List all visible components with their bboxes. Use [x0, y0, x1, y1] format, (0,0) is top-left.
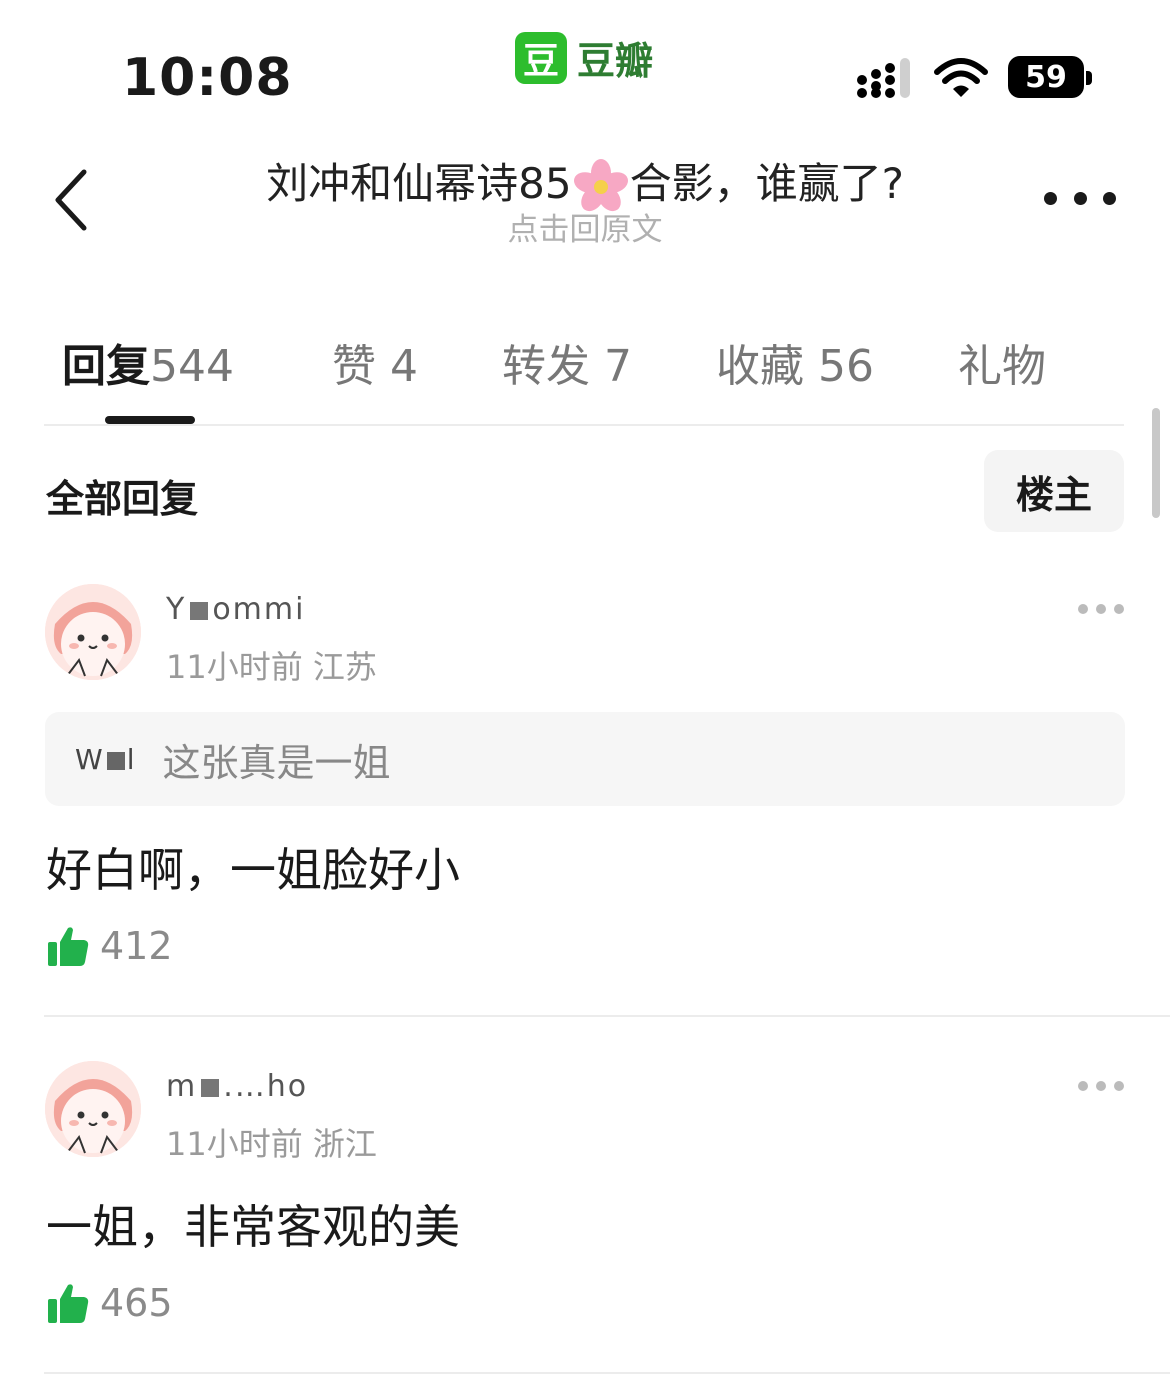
redaction-mask: [190, 601, 209, 620]
more-dot-icon: [1114, 1081, 1124, 1091]
comment-location: 浙江: [312, 1125, 377, 1163]
app-badge: 豆 豆瓣: [515, 30, 653, 85]
comment-username[interactable]: Yommi: [166, 592, 305, 627]
post-title-text-end: 合影，谁赢了?: [629, 159, 904, 208]
wifi-icon: [934, 58, 988, 97]
comment-content: 一姐，非常客观的美: [46, 1200, 460, 1254]
like-count: 465: [100, 1281, 173, 1325]
quoted-reply[interactable]: Wl 这张真是一姐: [45, 712, 1125, 806]
more-options-button[interactable]: [1044, 180, 1116, 216]
comment-time: 11小时前: [166, 1125, 303, 1163]
tab-label: 赞: [332, 341, 376, 392]
more-dot-icon: [1078, 604, 1088, 614]
more-dot-icon: [1096, 1081, 1106, 1091]
comment-more-button[interactable]: [1078, 1081, 1124, 1093]
thumbs-up-icon: [48, 927, 89, 966]
comment-time: 11小时前: [166, 648, 303, 686]
quoted-text: 这张真是一姐: [162, 740, 391, 785]
tab-count: 4: [390, 341, 418, 392]
scrollbar[interactable]: [1152, 408, 1160, 518]
more-dot-icon: [1103, 191, 1116, 205]
like-button[interactable]: 465: [46, 1281, 173, 1325]
tab-reposts[interactable]: 转发 7: [502, 330, 632, 394]
comment-content: 好白啊，一姐脸好小: [46, 843, 460, 897]
battery-level: 59: [1008, 56, 1084, 98]
tab-label: 收藏: [716, 341, 804, 392]
status-bar: 10:08 豆 豆瓣 59: [0, 0, 1170, 130]
tab-count: 544: [150, 341, 234, 392]
more-dot-icon: [1096, 604, 1106, 614]
tab-replies[interactable]: 回复544: [62, 330, 234, 394]
tab-gifts[interactable]: 礼物: [958, 330, 1046, 394]
tab-label: 礼物: [958, 341, 1046, 392]
douban-logo-icon: 豆: [515, 31, 567, 84]
redaction-mask: [106, 751, 125, 770]
tab-collections[interactable]: 收藏 56: [716, 330, 874, 394]
avatar[interactable]: [45, 584, 141, 680]
back-to-post-link[interactable]: 点击回原文: [180, 204, 990, 249]
avatar-face-icon: [45, 1061, 141, 1157]
avatar[interactable]: [45, 1061, 141, 1157]
post-title-text-start: 刘冲和仙幂诗85: [266, 159, 572, 208]
tab-count: 7: [604, 341, 632, 392]
comment-meta: 11小时前 浙江: [166, 1119, 377, 1165]
op-filter-button[interactable]: 楼主: [984, 450, 1124, 532]
like-button[interactable]: 412: [46, 924, 173, 968]
tab-label: 回复: [62, 341, 150, 392]
status-time: 10:08: [122, 48, 293, 108]
tab-likes[interactable]: 赞 4: [332, 330, 418, 394]
battery-icon: 59: [1008, 56, 1092, 100]
active-tab-indicator: [105, 416, 195, 424]
more-dot-icon: [1114, 604, 1124, 614]
more-dot-icon: [1078, 1081, 1088, 1091]
comment-username[interactable]: m .…ho: [166, 1069, 308, 1104]
cellular-signal-icon: [857, 58, 910, 98]
app-name: 豆瓣: [577, 39, 654, 83]
tab-bar: 回复544 赞 4 转发 7 收藏 56 礼物: [44, 330, 1124, 426]
chevron-left-icon: [55, 169, 87, 231]
back-button[interactable]: [40, 160, 100, 240]
more-dot-icon: [1044, 191, 1057, 205]
tab-label: 转发: [502, 341, 590, 392]
avatar-face-icon: [45, 584, 141, 680]
quoted-username[interactable]: Wl: [75, 743, 136, 776]
comment-more-button[interactable]: [1078, 604, 1124, 616]
redaction-mask: [201, 1078, 220, 1097]
more-dot-icon: [1073, 191, 1087, 205]
section-title: 全部回复: [46, 477, 199, 521]
thumbs-up-icon: [48, 1284, 89, 1323]
battery-tip: [1086, 71, 1092, 85]
comment-meta: 11小时前 江苏: [166, 642, 377, 688]
tab-count: 56: [818, 341, 874, 392]
comment-location: 江苏: [312, 648, 377, 686]
like-count: 412: [100, 924, 173, 968]
divider: [44, 1015, 1170, 1017]
